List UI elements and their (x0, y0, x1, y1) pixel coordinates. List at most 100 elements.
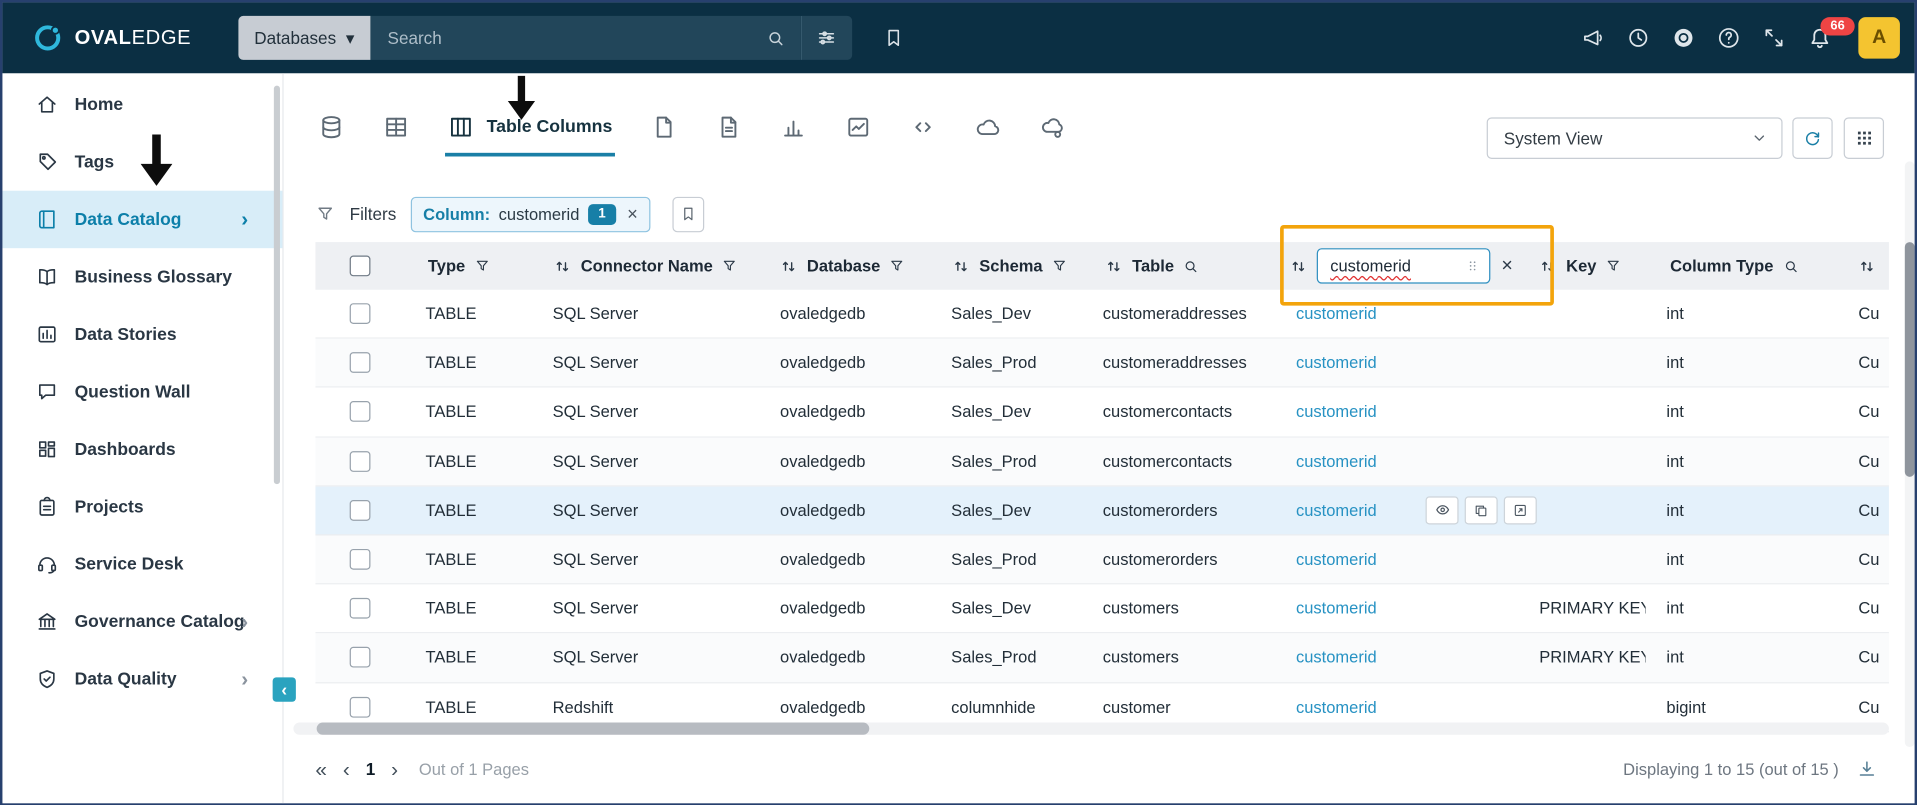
help-icon[interactable] (1717, 26, 1741, 50)
sidebar-item-tags[interactable]: Tags (2, 133, 282, 190)
select-all-checkbox[interactable] (349, 256, 370, 277)
table-row[interactable]: TABLE SQL Server ovaledgedb Sales_Dev cu… (315, 486, 1888, 535)
table-icon (383, 113, 410, 140)
tab-codes[interactable] (907, 100, 939, 156)
sidebar-item-governance-catalog[interactable]: Governance Catalog› (2, 593, 282, 650)
brand-logo[interactable]: OVALEDGE (32, 2, 191, 73)
tab-label: Table Columns (487, 117, 613, 137)
row-checkbox[interactable] (349, 451, 370, 472)
ovaledge-logo-icon (32, 22, 64, 54)
column-link[interactable]: customerid (1296, 501, 1377, 519)
row-checkbox[interactable] (349, 500, 370, 521)
announcement-icon[interactable] (1581, 26, 1605, 50)
open-in-new-button[interactable] (1504, 496, 1537, 524)
column-link[interactable]: customerid (1296, 599, 1377, 617)
table-row[interactable]: TABLE SQL Server ovaledgedb Sales_Dev cu… (315, 290, 1888, 339)
tab-tables[interactable] (380, 100, 412, 156)
tab-reports[interactable] (777, 100, 809, 156)
cell-extra: Cu (1820, 535, 1888, 583)
sort-icon[interactable] (951, 256, 971, 276)
main-content: Table Columns System View Filters Column… (284, 73, 1915, 803)
table-row[interactable]: TABLE SQL Server ovaledgedb Sales_Prod c… (315, 437, 1888, 486)
tab-report-columns[interactable] (842, 100, 874, 156)
refresh-button[interactable] (1792, 117, 1832, 159)
column-search-input[interactable]: customerid (1317, 248, 1491, 283)
filter-funnel-icon[interactable] (1051, 258, 1067, 274)
sidebar-item-data-catalog[interactable]: Data Catalog› (2, 191, 282, 248)
chip-remove-icon[interactable]: × (627, 204, 638, 225)
row-checkbox[interactable] (349, 696, 370, 717)
sidebar-item-business-glossary[interactable]: Business Glossary (2, 248, 282, 305)
tab-cloud-services[interactable] (1037, 100, 1069, 156)
filter-funnel-icon[interactable] (1605, 258, 1621, 274)
vertical-scrollbar-thumb[interactable] (1905, 242, 1915, 477)
search-scope-dropdown[interactable]: Databases ▾ (238, 16, 370, 60)
grid-view-button[interactable] (1844, 117, 1884, 159)
saved-searches-bookmark-icon[interactable] (883, 27, 905, 49)
filter-funnel-icon[interactable] (721, 258, 737, 274)
sidebar-item-projects[interactable]: Projects (2, 478, 282, 535)
preview-eye-button[interactable] (1426, 496, 1459, 524)
global-search-input[interactable] (385, 27, 765, 49)
row-checkbox[interactable] (349, 647, 370, 668)
expand-icon[interactable] (1762, 26, 1786, 50)
sidebar-scrollbar[interactable] (274, 86, 280, 485)
sidebar-item-data-stories[interactable]: Data Stories (2, 306, 282, 363)
table-row[interactable]: TABLE SQL Server ovaledgedb Sales_Prod c… (315, 535, 1888, 584)
column-link[interactable]: customerid (1296, 550, 1377, 568)
search-icon[interactable] (1183, 257, 1200, 274)
filter-funnel-icon[interactable] (474, 258, 490, 274)
ovaledge-circle-icon[interactable] (1671, 26, 1695, 50)
column-link[interactable]: customerid (1296, 305, 1377, 323)
tab-files[interactable] (648, 100, 680, 156)
sort-icon[interactable] (1857, 256, 1877, 276)
sidebar-item-dashboards[interactable]: Dashboards (2, 421, 282, 478)
column-link[interactable]: customerid (1296, 698, 1377, 716)
drag-handle-icon[interactable] (1465, 258, 1481, 274)
row-checkbox[interactable] (349, 303, 370, 324)
filter-funnel-icon[interactable] (889, 258, 905, 274)
sidebar-item-question-wall[interactable]: Question Wall (2, 363, 282, 420)
sidebar-item-service-desk[interactable]: Service Desk (2, 535, 282, 592)
view-select[interactable]: System View (1487, 117, 1783, 159)
copy-button[interactable] (1465, 496, 1498, 524)
column-link[interactable]: customerid (1296, 403, 1377, 421)
row-checkbox[interactable] (349, 598, 370, 619)
horizontal-scrollbar-thumb[interactable] (317, 723, 870, 735)
next-page-button[interactable]: › (391, 759, 398, 780)
tab-file-columns[interactable] (713, 100, 745, 156)
table-row[interactable]: TABLE SQL Server ovaledgedb Sales_Prod c… (315, 634, 1888, 683)
history-icon[interactable] (1626, 26, 1650, 50)
table-row[interactable]: TABLE SQL Server ovaledgedb Sales_Dev cu… (315, 585, 1888, 634)
tab-databases[interactable] (315, 100, 347, 156)
table-row[interactable]: TABLE SQL Server ovaledgedb Sales_Dev cu… (315, 388, 1888, 437)
current-page[interactable]: 1 (366, 759, 376, 779)
notifications-bell-icon[interactable]: 66 (1807, 25, 1833, 51)
sort-icon[interactable] (1538, 256, 1558, 276)
sort-icon[interactable] (1104, 256, 1124, 276)
stories-icon (35, 323, 58, 346)
column-link[interactable]: customerid (1296, 354, 1377, 372)
prev-page-button[interactable]: ‹ (343, 759, 350, 780)
row-checkbox[interactable] (349, 549, 370, 570)
clear-column-search-icon[interactable]: × (1501, 255, 1512, 277)
sidebar-collapse-button[interactable]: ‹ (273, 677, 296, 701)
user-avatar[interactable]: A (1858, 17, 1900, 59)
save-filter-button[interactable] (672, 196, 704, 231)
first-page-button[interactable]: « (315, 759, 327, 780)
tab-cloud[interactable] (972, 100, 1004, 156)
advanced-search-button[interactable] (801, 16, 852, 60)
column-link[interactable]: customerid (1296, 452, 1377, 470)
sort-icon[interactable] (1289, 256, 1309, 276)
row-checkbox[interactable] (349, 402, 370, 423)
row-checkbox[interactable] (349, 352, 370, 373)
tab-table-columns[interactable]: Table Columns (445, 100, 615, 156)
download-icon[interactable] (1856, 758, 1878, 780)
sort-icon[interactable] (779, 256, 799, 276)
sidebar-item-home[interactable]: Home (2, 76, 282, 133)
table-row[interactable]: TABLE SQL Server ovaledgedb Sales_Prod c… (315, 339, 1888, 388)
column-link[interactable]: customerid (1296, 648, 1377, 666)
sidebar-item-data-quality[interactable]: Data Quality› (2, 650, 282, 707)
sort-icon[interactable] (553, 256, 573, 276)
search-icon[interactable] (1782, 257, 1799, 274)
